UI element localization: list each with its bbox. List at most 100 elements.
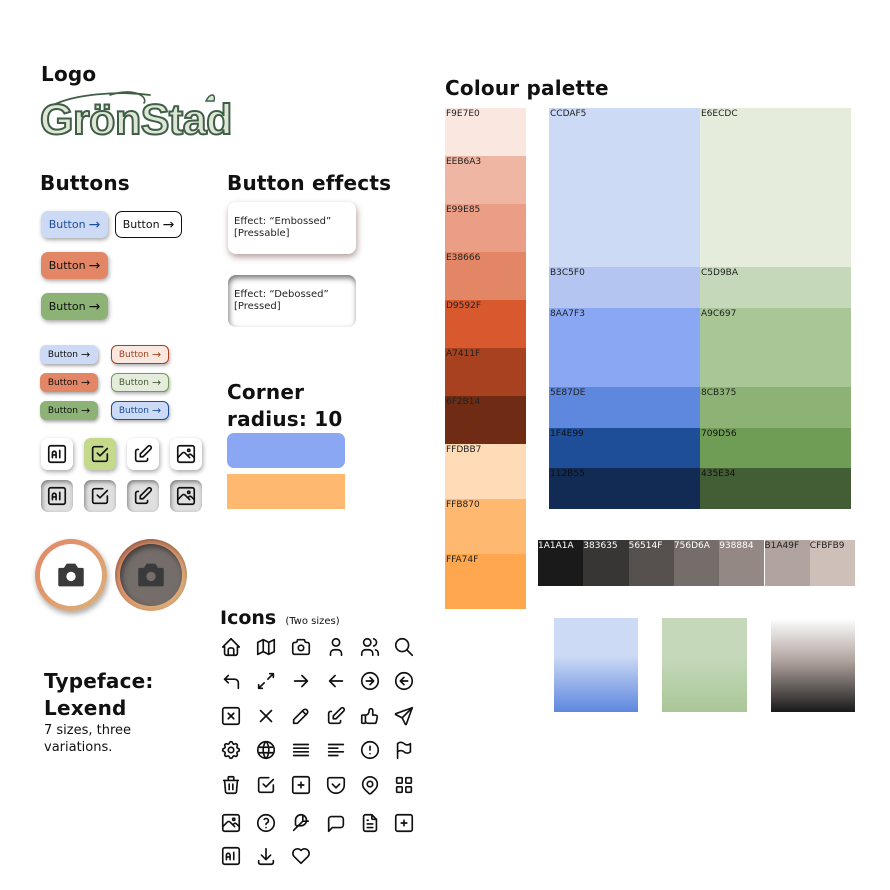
swatch-label: E99E85 xyxy=(446,205,481,215)
gray-swatch: B1A49F xyxy=(764,540,810,586)
photo-icon xyxy=(220,812,244,836)
swatch-label: EEB6A3 xyxy=(446,157,482,167)
arrow-back-up-icon xyxy=(220,670,244,694)
debossed-state: [Pressed] xyxy=(234,301,281,312)
corner-radius-sample-orange xyxy=(227,474,345,509)
thumb-up-icon xyxy=(359,705,383,729)
swatch-label: 1A1A1A xyxy=(538,541,574,551)
button-outline[interactable]: Button → xyxy=(115,211,182,238)
arrow-right-icon: → xyxy=(88,216,101,233)
small-button-outline-green[interactable]: Button → xyxy=(111,373,169,392)
icons-subheading: (Two sizes) xyxy=(285,616,340,627)
photo-tile-button[interactable] xyxy=(170,438,202,470)
gray-swatch: 56514F xyxy=(628,540,674,586)
arrow-right-icon: → xyxy=(162,216,175,233)
buttons-heading: Buttons xyxy=(40,171,130,195)
swatch-label: 383635 xyxy=(583,541,618,551)
small-button-blue[interactable]: Button → xyxy=(40,345,98,364)
heart-icon xyxy=(290,845,314,869)
circle-arrow-left-icon xyxy=(393,670,417,694)
button-primary-green[interactable]: Button → xyxy=(41,293,108,320)
ai-icon xyxy=(47,486,67,506)
photo-tile-pressed[interactable] xyxy=(170,480,202,512)
small-button-green[interactable]: Button → xyxy=(40,401,98,420)
ai-icon xyxy=(47,444,67,464)
typeface-desc-line1: 7 sizes, three xyxy=(44,723,132,738)
color-swatch: A7411F xyxy=(445,348,526,396)
circle-arrow-right-icon xyxy=(359,670,383,694)
corner-radius-sample-blue xyxy=(227,433,345,468)
edit-tile-button[interactable] xyxy=(127,438,159,470)
square-plus-icon xyxy=(290,774,314,798)
button-label: Button xyxy=(48,300,86,313)
ai-tile-pressed[interactable] xyxy=(41,480,73,512)
swatch-label: C5D9BA xyxy=(701,268,738,278)
typeface-title-line1: Typeface: xyxy=(44,669,154,693)
settings-icon xyxy=(220,739,244,763)
edit-icon xyxy=(134,444,153,463)
ai-tile-button[interactable] xyxy=(41,438,73,470)
button-primary-orange[interactable]: Button → xyxy=(41,252,108,279)
send-icon xyxy=(393,705,417,729)
blue-gradient-swatch xyxy=(554,618,638,712)
edit-icon xyxy=(134,486,153,505)
typeface-title-line2: Lexend xyxy=(44,696,127,720)
align-justified-icon xyxy=(290,739,314,763)
small-button-outline-blue[interactable]: Button → xyxy=(111,401,169,420)
small-button-outline-orange[interactable]: Button → xyxy=(111,345,169,364)
gray-swatch: 1A1A1A xyxy=(538,540,584,586)
typeface-desc-line2: variations. xyxy=(44,740,113,755)
embossed-label: Effect: “Embossed” xyxy=(234,215,332,227)
swatch-label: 5E87DE xyxy=(550,388,586,398)
debossed-effect-button[interactable]: Effect: “Debossed” [Pressed] xyxy=(228,275,356,327)
swatch-label: A9C697 xyxy=(701,309,737,319)
color-swatch: 8CB375 xyxy=(700,387,851,428)
check-tile-pressed[interactable] xyxy=(84,480,116,512)
palette-heading: Colour palette xyxy=(445,76,609,100)
corner-radius-line2: radius: 10 xyxy=(227,407,343,431)
corner-radius-heading: Corner radius: 10 xyxy=(227,379,342,433)
help-circle-icon xyxy=(255,812,279,836)
user-icon xyxy=(325,636,349,660)
button-label: Button xyxy=(48,218,86,231)
logo-heading: Logo xyxy=(41,62,97,86)
layout-grid-icon xyxy=(393,774,417,798)
small-button-orange[interactable]: Button → xyxy=(40,373,98,392)
debossed-label: Effect: “Debossed” xyxy=(234,288,329,300)
gray-gradient-swatch xyxy=(771,618,855,712)
logo-wordmark: GrönStad xyxy=(39,96,233,144)
edit-icon xyxy=(325,705,349,729)
button-primary-blue[interactable]: Button → xyxy=(41,211,108,238)
square-check-icon xyxy=(91,487,109,505)
swatch-label: 6F2B14 xyxy=(446,397,481,407)
camera-button-pressed[interactable] xyxy=(115,539,187,611)
home-icon xyxy=(220,636,244,660)
gray-swatch: 756D6A xyxy=(673,540,720,586)
arrow-right-icon: → xyxy=(80,376,91,389)
color-swatch: CCDAF5 xyxy=(549,108,700,267)
camera-icon xyxy=(58,563,84,587)
button-label: Button xyxy=(122,218,160,231)
square-check-icon xyxy=(91,445,109,463)
color-swatch: D9592F xyxy=(445,300,526,348)
embossed-state: [Pressable] xyxy=(234,228,290,239)
swatch-label: A7411F xyxy=(446,349,481,359)
color-swatch: FFA74F xyxy=(445,554,526,609)
color-swatch: 112B55 xyxy=(549,468,700,509)
edit-tile-pressed[interactable] xyxy=(127,480,159,512)
color-swatch: 5E87DE xyxy=(549,387,700,428)
color-swatch: B3C5F0 xyxy=(549,267,700,308)
swatch-label: F9E7E0 xyxy=(446,109,480,119)
camera-icon xyxy=(290,636,314,660)
gray-swatch: 383635 xyxy=(583,540,629,586)
arrow-right-icon: → xyxy=(80,404,91,417)
embossed-effect-button[interactable]: Effect: “Embossed” [Pressable] xyxy=(228,202,356,254)
camera-button[interactable] xyxy=(35,539,107,611)
swatch-label: E6ECDC xyxy=(701,109,738,119)
typeface-description: 7 sizes, three variations. xyxy=(44,722,131,756)
arrow-right-icon: → xyxy=(151,376,162,389)
swatch-label: B3C5F0 xyxy=(550,268,585,278)
map-icon xyxy=(255,636,279,660)
search-icon xyxy=(393,636,417,660)
check-tile-button[interactable] xyxy=(84,438,116,470)
